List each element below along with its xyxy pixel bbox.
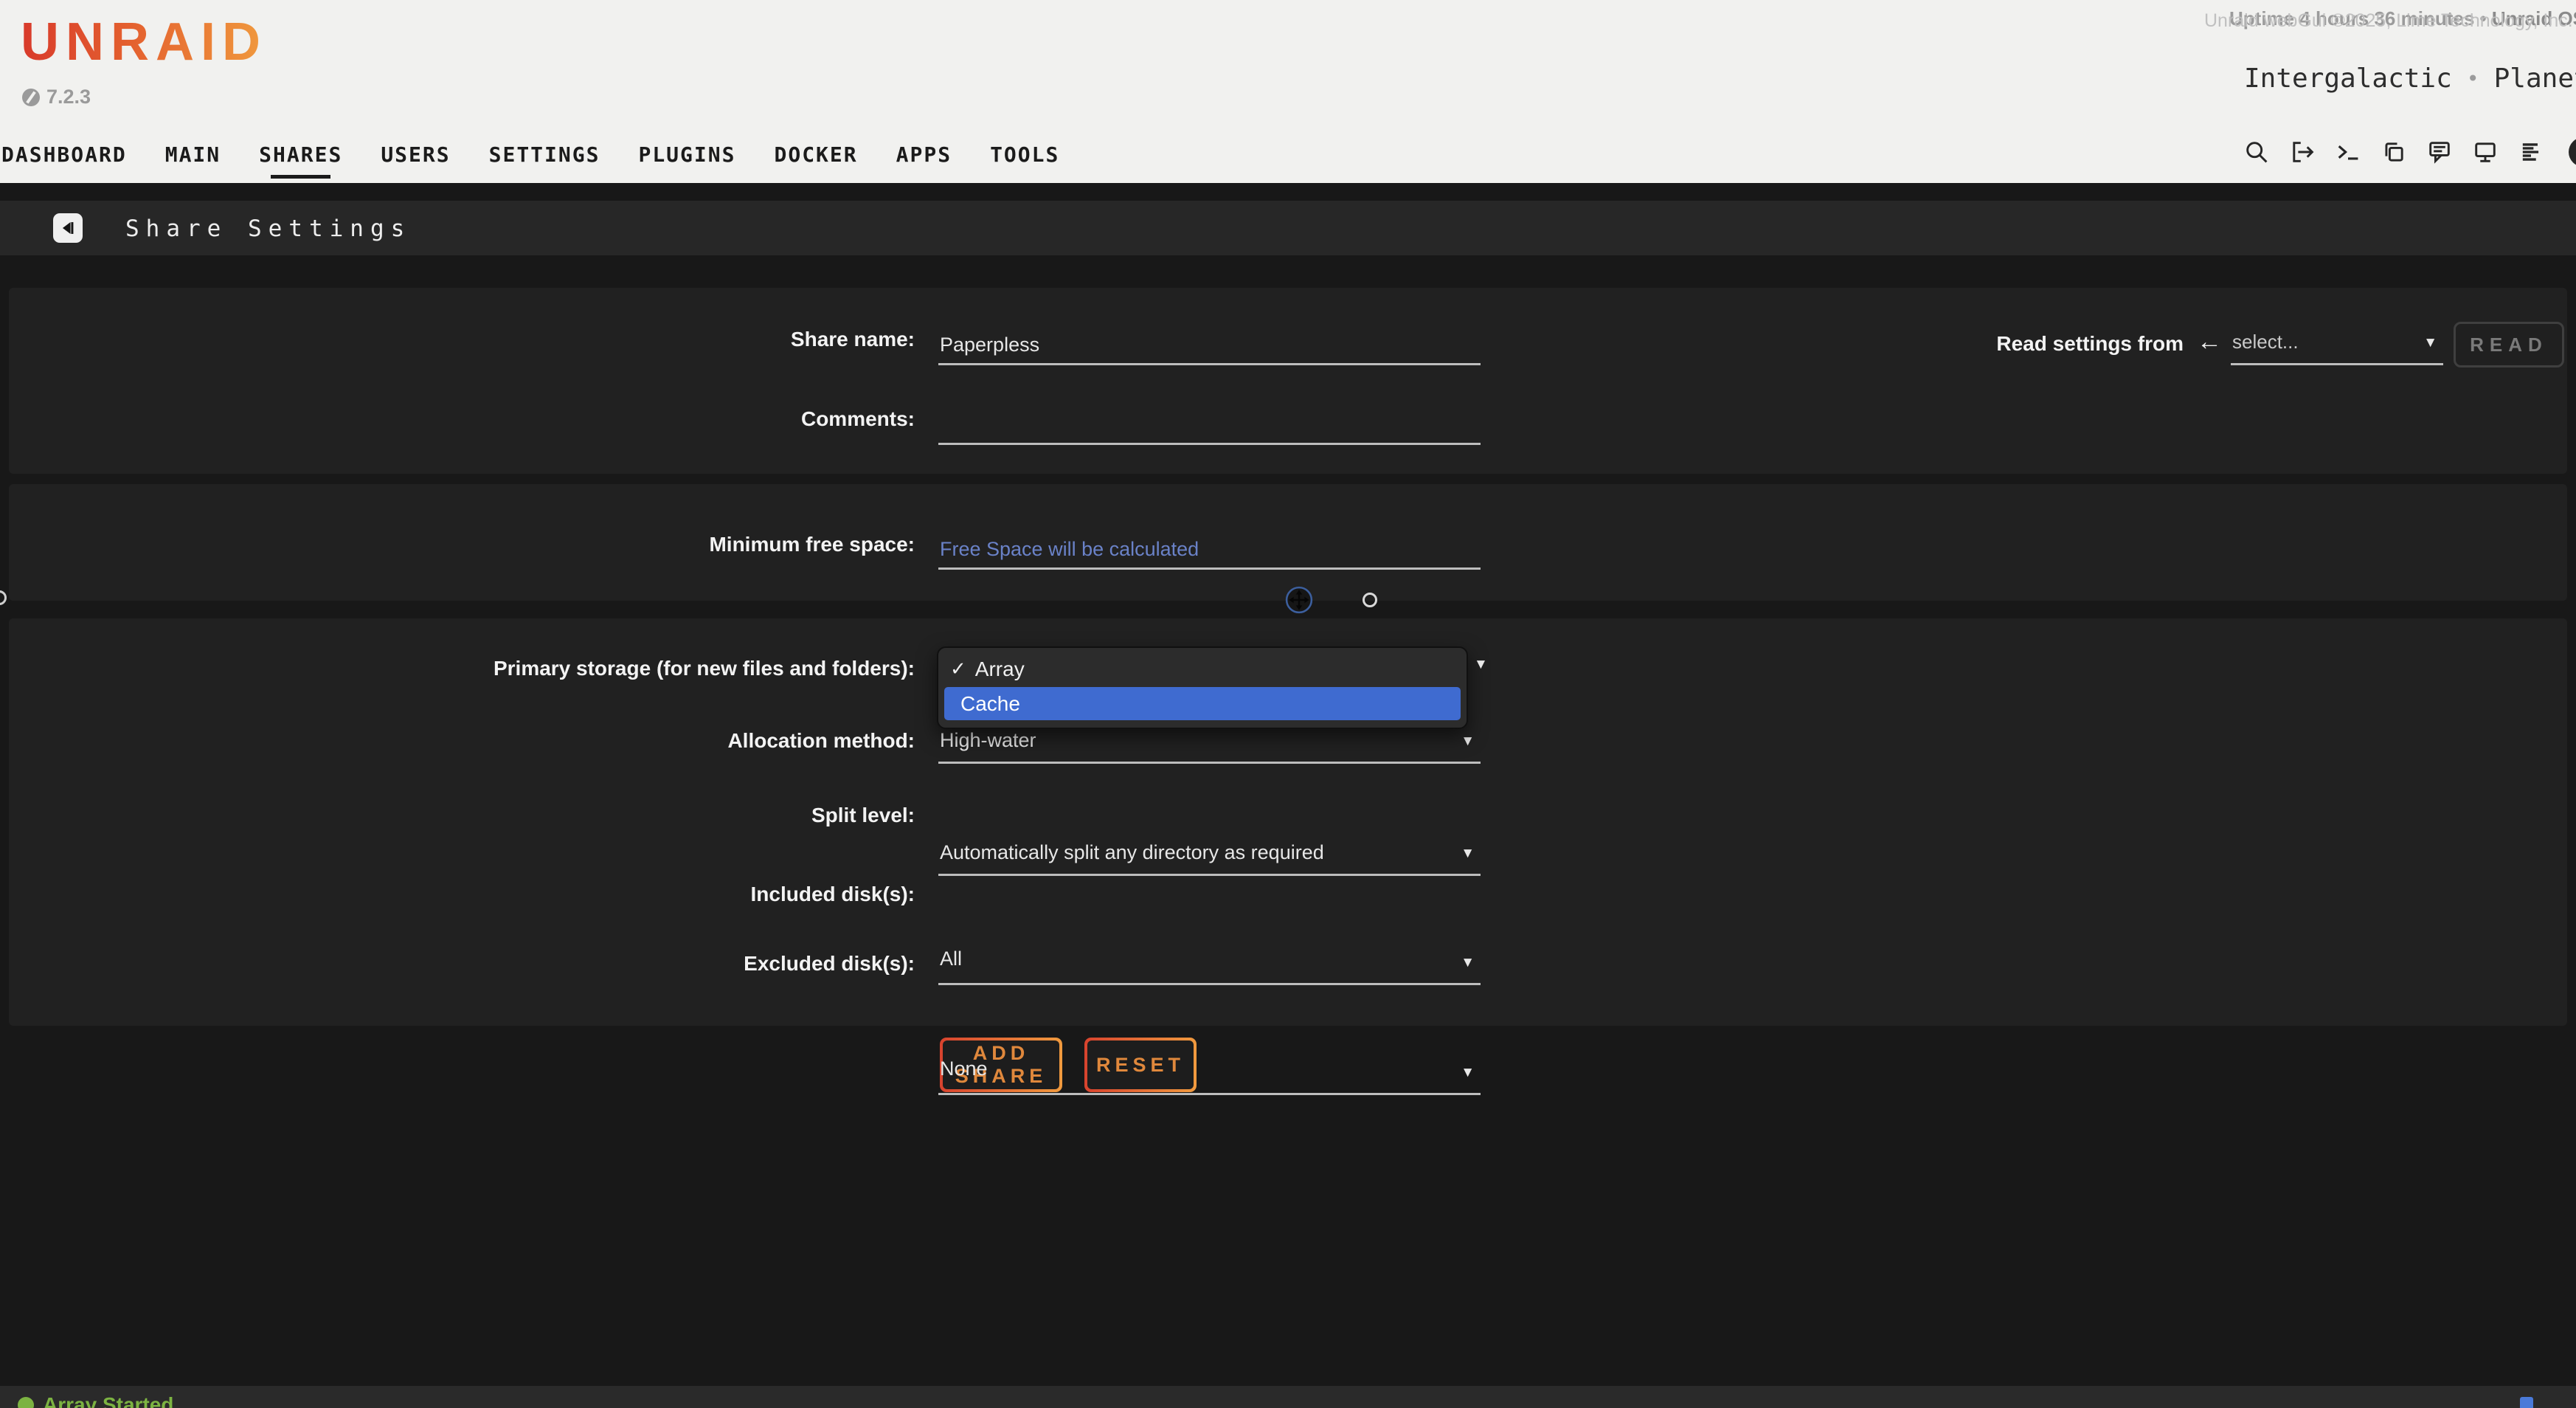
copyright-text: Unraid webGui ©2025, Lime Technology, In…	[2204, 10, 2573, 32]
select-value: select...	[2232, 331, 2299, 353]
select-value: All	[940, 948, 962, 970]
chevron-down-icon: ▼	[2423, 335, 2437, 351]
nav-item-tools[interactable]: TOOLS	[990, 142, 1059, 167]
nav-item-main[interactable]: MAIN	[165, 142, 221, 167]
nav-item-docker[interactable]: DOCKER	[774, 142, 857, 167]
page-title: Share Settings	[125, 215, 411, 242]
unraid-logo[interactable]: UNRAID	[21, 12, 267, 72]
move-cursor-icon	[1285, 586, 1313, 618]
nav-item-apps[interactable]: APPS	[896, 142, 952, 167]
split-level-label: Split level:	[0, 804, 915, 827]
version-status-icon	[22, 89, 40, 106]
read-settings-select[interactable]: select... ▼	[2231, 328, 2443, 365]
arrow-left-icon: ←	[2197, 328, 2222, 356]
nav-item-shares[interactable]: SHARES	[259, 142, 342, 167]
select-value: None	[940, 1057, 988, 1080]
array-status: Array Started	[18, 1393, 173, 1408]
logout-icon[interactable]	[2288, 138, 2316, 166]
feedback-icon[interactable]	[2426, 138, 2454, 166]
nav-utility-icons	[2243, 137, 2576, 167]
server-name: Intergalactic	[2244, 63, 2452, 94]
included-disks-label: Included disk(s):	[0, 883, 915, 906]
server-description: Planetary	[2494, 63, 2576, 94]
status-dot-icon	[18, 1397, 34, 1408]
excluded-disks-label: Excluded disk(s):	[0, 952, 915, 976]
chevron-down-icon: ▼	[1461, 955, 1475, 971]
dropdown-option-cache[interactable]: Cache	[944, 687, 1461, 720]
read-settings-label: Read settings from	[1888, 332, 2184, 356]
select-value: High-water	[940, 729, 1036, 752]
version-label: 7.2.3	[22, 86, 91, 108]
excluded-disks-select[interactable]: None ▼	[938, 1055, 1481, 1095]
min-free-space-label: Minimum free space:	[0, 533, 915, 556]
check-icon: ✓	[950, 658, 966, 680]
allocation-method-select[interactable]: High-water ▼	[938, 726, 1481, 764]
search-icon[interactable]	[2243, 138, 2271, 166]
page-title-bar: Share Settings	[0, 201, 2576, 255]
share-name-label: Share name:	[0, 328, 915, 351]
dropdown-option-label: Cache	[960, 692, 1020, 716]
copy-icon[interactable]	[2380, 138, 2408, 166]
nav-item-settings[interactable]: SETTINGS	[489, 142, 600, 167]
included-disks-select[interactable]: All ▼	[938, 945, 1481, 985]
unraid-webgui: UNRAID 7.2.3 Uptime 4 hours 36 minutes •…	[0, 0, 2576, 1408]
separator-dot: •	[2467, 66, 2479, 91]
read-button[interactable]: READ	[2454, 322, 2564, 367]
chevron-down-icon: ▼	[1461, 1065, 1475, 1081]
user-avatar-icon[interactable]	[2569, 137, 2576, 167]
header-bar: UNRAID 7.2.3 Uptime 4 hours 36 minutes •…	[0, 0, 2576, 183]
primary-storage-label: Primary storage (for new files and folde…	[0, 657, 915, 680]
server-line: Intergalactic • Planetary	[2244, 63, 2576, 94]
back-icon[interactable]	[53, 213, 83, 243]
terminal-icon[interactable]	[2334, 138, 2362, 166]
version-number: 7.2.3	[46, 86, 91, 108]
chevron-down-icon: ▼	[1474, 657, 1488, 673]
panel-identity	[9, 288, 2567, 474]
allocation-method-label: Allocation method:	[0, 729, 915, 753]
array-status-label: Array Started	[43, 1393, 173, 1408]
select-value: Automatically split any directory as req…	[940, 841, 1324, 864]
primary-storage-dropdown: ✓ Array Cache	[937, 646, 1468, 729]
dropdown-option-array[interactable]: ✓ Array	[938, 652, 1467, 686]
share-name-input[interactable]	[938, 325, 1481, 363]
monitor-icon[interactable]	[2471, 138, 2499, 166]
edge-ring-icon	[0, 590, 7, 605]
main-nav: DASHBOARD MAIN SHARES USERS SETTINGS PLU…	[1, 125, 1059, 183]
info-icon[interactable]	[2520, 1397, 2533, 1408]
split-level-select[interactable]: Automatically split any directory as req…	[938, 838, 1481, 876]
cursor-ring-icon	[1363, 593, 1377, 607]
chevron-down-icon: ▼	[1461, 846, 1475, 862]
comments-label: Comments:	[0, 407, 915, 431]
dropdown-option-label: Array	[975, 658, 1025, 681]
nav-item-users[interactable]: USERS	[381, 142, 450, 167]
footer-bar: Array Started	[0, 1386, 2576, 1408]
chevron-down-icon: ▼	[1461, 734, 1475, 750]
nav-item-plugins[interactable]: PLUGINS	[638, 142, 735, 167]
min-free-space-input[interactable]	[938, 530, 1481, 567]
comments-input[interactable]	[938, 404, 1481, 443]
nav-item-dashboard[interactable]: DASHBOARD	[1, 142, 127, 167]
log-icon[interactable]	[2517, 138, 2545, 166]
